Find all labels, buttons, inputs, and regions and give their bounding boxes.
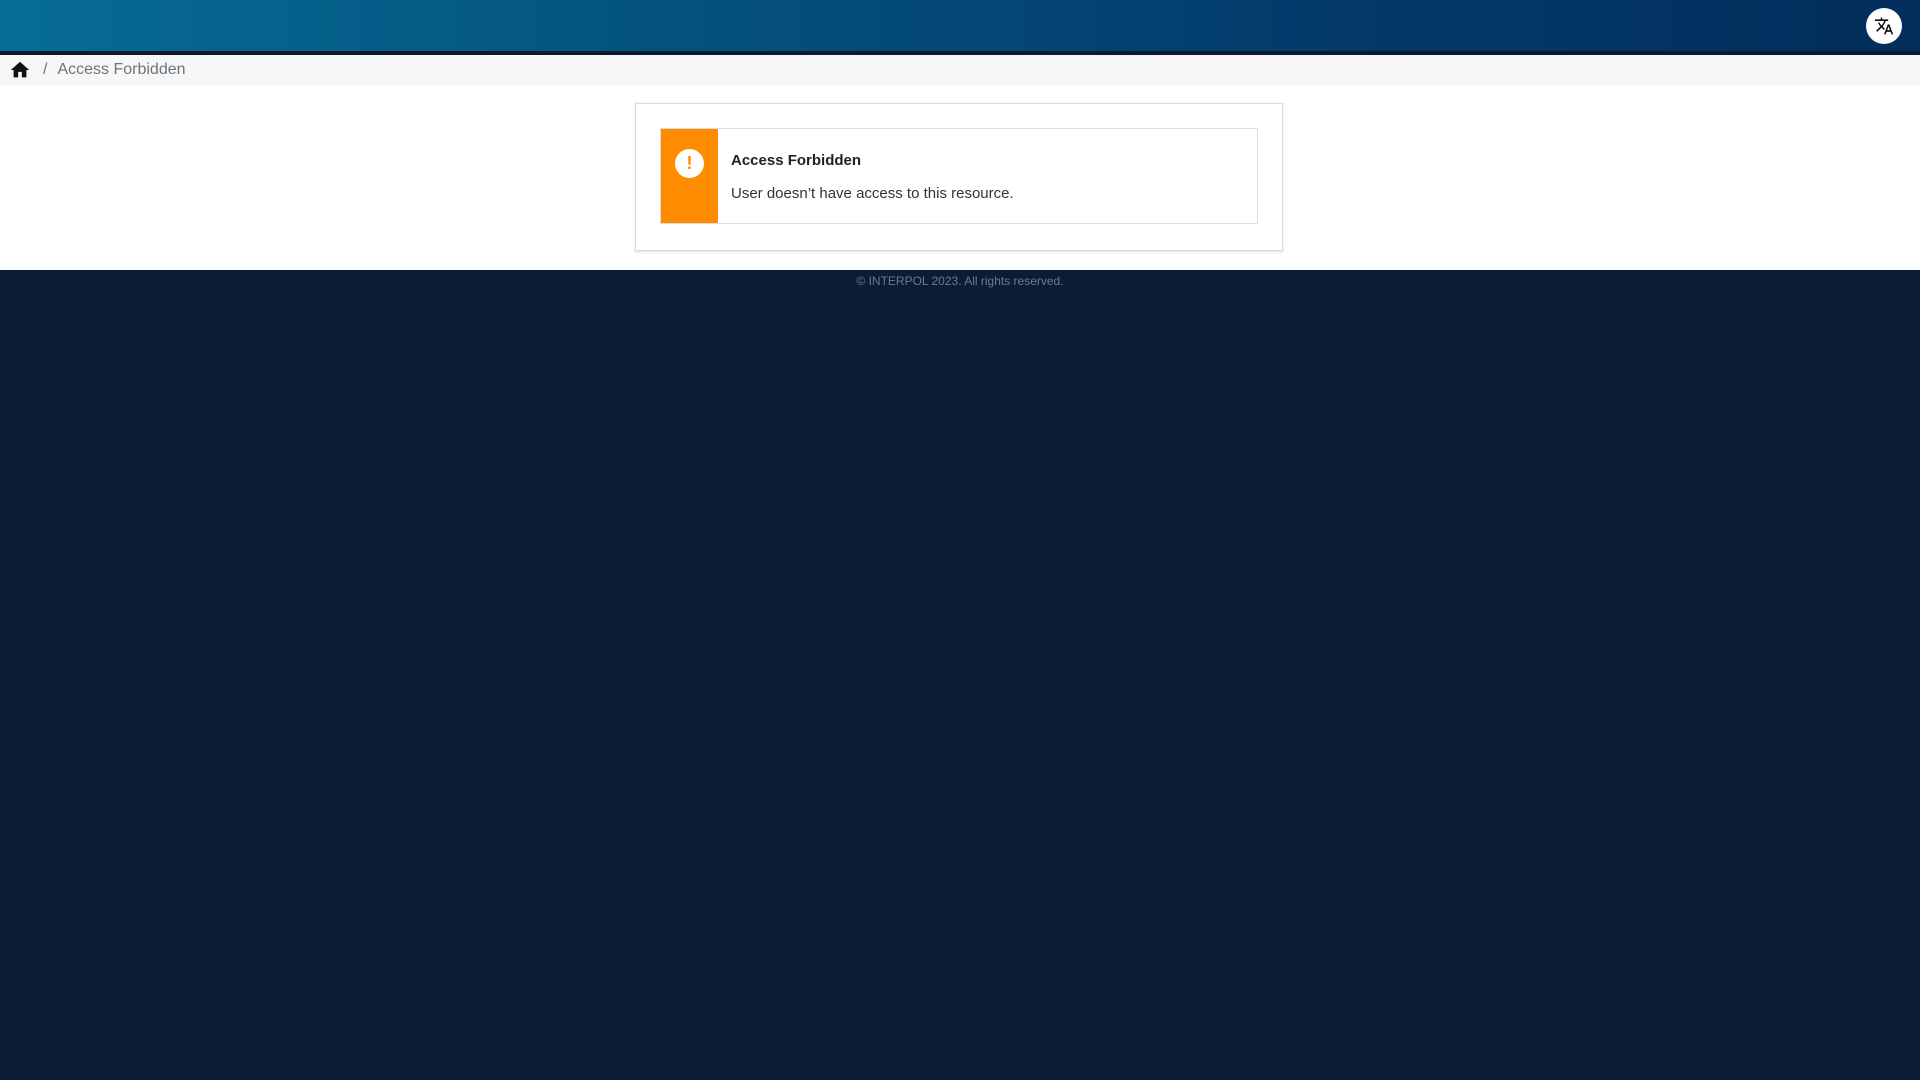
footer-copyright: © INTERPOL 2023. All rights reserved. [856,274,1064,288]
top-header-bar [0,0,1920,55]
access-forbidden-alert: ! Access Forbidden User doesn’t have acc… [660,128,1258,224]
alert-message: User doesn’t have access to this resourc… [731,185,1014,202]
home-icon[interactable] [9,60,31,80]
main-content: ! Access Forbidden User doesn’t have acc… [0,85,1920,270]
exclamation-icon: ! [675,149,704,178]
breadcrumb-separator: / [43,61,48,78]
alert-title: Access Forbidden [731,152,862,169]
alert-stripe: ! [661,129,718,223]
language-button[interactable] [1866,8,1902,44]
error-card: ! Access Forbidden User doesn’t have acc… [635,103,1283,251]
breadcrumb: / Access Forbidden [0,55,1920,85]
alert-body: Access Forbidden User doesn’t have acces… [718,129,1014,223]
breadcrumb-current: Access Forbidden [57,61,186,78]
translate-icon [1874,17,1894,35]
